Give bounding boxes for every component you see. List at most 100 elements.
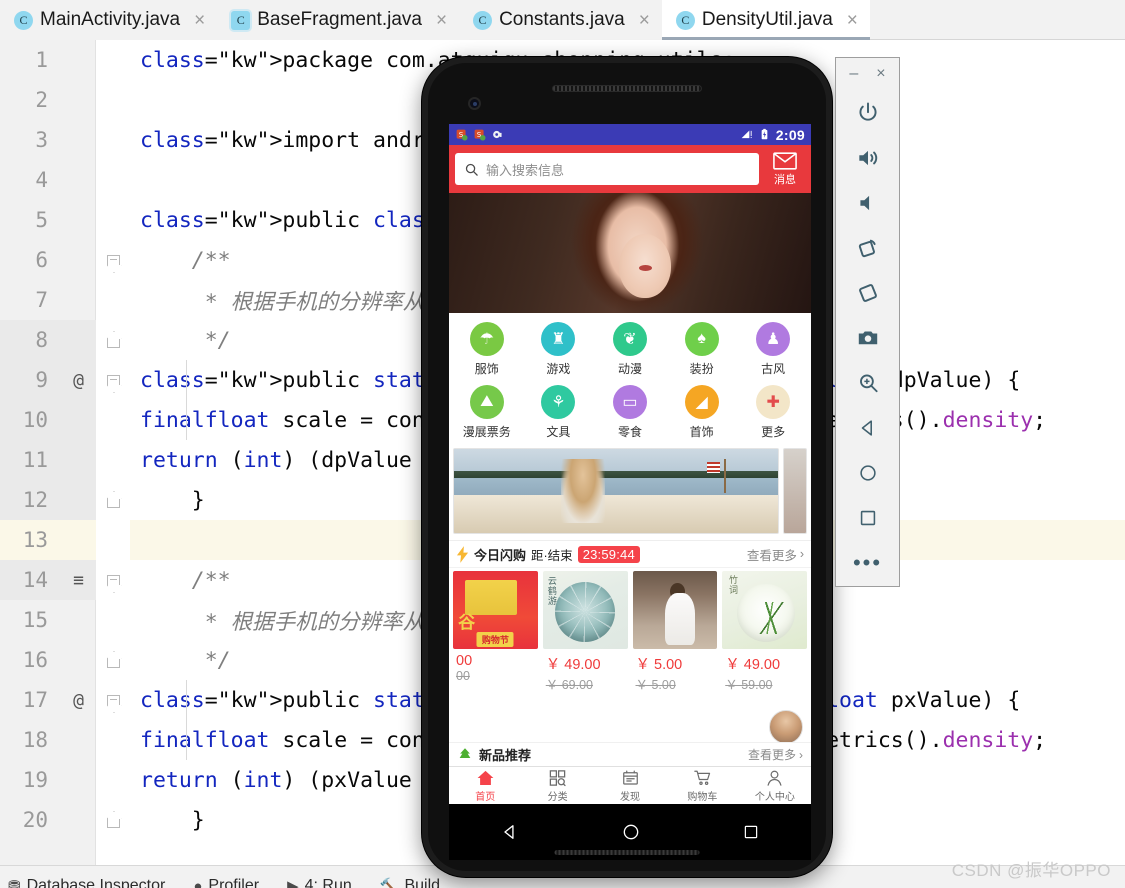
sale-item[interactable]: 云鹤游 ￥ 49.00 ￥ 69.00 bbox=[542, 571, 628, 693]
fold-gutter bbox=[96, 560, 130, 600]
status-bar-item[interactable]: ▶ 4: Run bbox=[287, 877, 352, 888]
editor-tab[interactable]: C BaseFragment.java × bbox=[217, 0, 460, 40]
volume-up-icon[interactable] bbox=[835, 135, 900, 180]
category-item[interactable]: ⛰ 漫展票务 bbox=[451, 385, 523, 440]
editor-tab-close-button[interactable]: × bbox=[434, 11, 449, 30]
emulator-minimize-button[interactable]: – bbox=[849, 66, 858, 82]
sale-item-price: ￥ 5.00 bbox=[635, 657, 683, 673]
watermark: CSDN @振华OPPO bbox=[951, 861, 1111, 880]
app-bottom-tabs[interactable]: 首页 分类 发现 购物车 个人中心 bbox=[449, 766, 811, 804]
sale-item[interactable]: 竹词 ￥ 49.00 ￥ 59.00 bbox=[722, 571, 807, 693]
status-bar-item[interactable]: 🔨 Build bbox=[380, 877, 440, 888]
banner-model bbox=[560, 459, 605, 524]
editor-tab-close-button[interactable]: × bbox=[192, 11, 207, 30]
chevron-right-icon: › bbox=[799, 547, 804, 561]
editor-tab[interactable]: C Constants.java × bbox=[459, 0, 662, 40]
sale-item-price: 00 bbox=[456, 653, 473, 669]
line-number: 19 bbox=[22, 768, 48, 792]
flash-sale-more-link[interactable]: 查看更多 › bbox=[747, 545, 804, 564]
category-item[interactable]: ◢ 首饰 bbox=[666, 385, 738, 440]
back-icon[interactable] bbox=[835, 405, 900, 450]
category-item[interactable]: ✚ 更多 bbox=[737, 385, 809, 440]
fold-expand-icon[interactable] bbox=[106, 658, 120, 668]
volume-down-icon[interactable] bbox=[835, 180, 900, 225]
screenshot-camera-icon[interactable] bbox=[835, 315, 900, 360]
category-item[interactable]: ❦ 动漫 bbox=[594, 322, 666, 377]
sale-item-thumbnail[interactable]: 竹词 bbox=[722, 571, 807, 649]
banner-boat bbox=[454, 495, 778, 533]
hero-banner[interactable] bbox=[449, 193, 811, 313]
app-tab-grid-search[interactable]: 分类 bbox=[521, 769, 593, 803]
new-arrivals-more-link[interactable]: 查看更多 › bbox=[748, 746, 803, 763]
fold-expand-icon[interactable] bbox=[106, 338, 120, 348]
zoom-icon[interactable] bbox=[835, 360, 900, 405]
home-circle-icon[interactable] bbox=[621, 822, 641, 842]
rotate-left-icon[interactable] bbox=[835, 225, 900, 270]
app-tab-discover[interactable]: 发现 bbox=[594, 769, 666, 803]
sync-icon bbox=[493, 130, 502, 139]
editor-tab-close-button[interactable]: × bbox=[845, 11, 860, 30]
line-number: 18 bbox=[22, 728, 48, 752]
indent-guide bbox=[186, 680, 187, 720]
flash-sale-items[interactable]: 谷购物节 00 00 云鹤游 ￥ 49.00 ￥ 69.00 ￥ 5.00 ￥ 5.00 竹词 ￥… bbox=[449, 568, 811, 693]
emulator-toolbar[interactable]: – × ••• bbox=[835, 57, 900, 587]
category-item[interactable]: ▭ 零食 bbox=[594, 385, 666, 440]
mid-banner-next-card[interactable] bbox=[783, 448, 807, 534]
home-icon[interactable] bbox=[835, 450, 900, 495]
category-item[interactable]: ♜ 游戏 bbox=[523, 322, 595, 377]
status-item-label: Database Inspector bbox=[26, 877, 166, 888]
fold-collapse-icon[interactable] bbox=[106, 375, 120, 385]
person-icon bbox=[765, 769, 784, 787]
messages-button[interactable]: 消息 bbox=[765, 151, 805, 187]
search-input[interactable]: 输入搜索信息 bbox=[455, 153, 759, 185]
fold-collapse-icon[interactable] bbox=[106, 575, 120, 585]
back-triangle-icon[interactable] bbox=[500, 822, 520, 842]
fold-collapse-icon[interactable] bbox=[106, 255, 120, 265]
category-item[interactable]: ♟ 古风 bbox=[737, 322, 809, 377]
power-icon[interactable] bbox=[835, 90, 900, 135]
recents-square-icon[interactable] bbox=[742, 823, 760, 841]
fold-expand-icon[interactable] bbox=[106, 498, 120, 508]
category-item[interactable]: ♠ 装扮 bbox=[666, 322, 738, 377]
sale-item-thumbnail[interactable]: 云鹤游 bbox=[542, 571, 628, 649]
sale-item-thumbnail[interactable]: 谷购物节 bbox=[453, 571, 538, 649]
fold-collapse-icon[interactable] bbox=[106, 695, 120, 705]
editor-tab[interactable]: C DensityUtil.java × bbox=[661, 0, 870, 40]
fold-gutter bbox=[96, 800, 130, 840]
floating-avatar[interactable] bbox=[769, 710, 803, 744]
sale-item-price: ￥ 49.00 bbox=[545, 657, 601, 673]
emulator-close-button[interactable]: × bbox=[876, 66, 885, 82]
editor-tab[interactable]: C MainActivity.java × bbox=[0, 0, 218, 40]
line-number: 16 bbox=[22, 648, 48, 672]
status-bar-item[interactable]: ⛃ Database Inspector bbox=[8, 877, 165, 888]
sale-item-thumbnail[interactable] bbox=[632, 571, 718, 649]
category-item[interactable]: ☂ 服饰 bbox=[451, 322, 523, 377]
gutter-marker[interactable]: @ bbox=[73, 690, 84, 711]
app-tab-person[interactable]: 个人中心 bbox=[739, 769, 811, 803]
sale-item[interactable]: 谷购物节 00 00 bbox=[453, 571, 538, 693]
rotate-right-icon[interactable] bbox=[835, 270, 900, 315]
category-grid[interactable]: ☂ 服饰 ♜ 游戏 ❦ 动漫 ♠ 装扮 ♟ 古风 ⛰ 漫展票务 ⚘ 文具 ▭ 零食 ◢ 首饰 ✚ 更多 bbox=[449, 313, 811, 446]
gutter-marker[interactable]: ≡ bbox=[73, 570, 84, 591]
fold-gutter bbox=[96, 400, 130, 440]
editor-tab-close-button[interactable]: × bbox=[637, 11, 652, 30]
app-search-header: 输入搜索信息 消息 bbox=[449, 145, 811, 193]
status-bar-item[interactable]: ● Profiler bbox=[193, 877, 259, 888]
gutter-marker[interactable]: @ bbox=[73, 370, 84, 391]
category-item[interactable]: ⚘ 文具 bbox=[523, 385, 595, 440]
mid-banner-row[interactable] bbox=[449, 446, 811, 540]
mid-banner[interactable] bbox=[453, 448, 779, 534]
category-label: 漫展票务 bbox=[462, 425, 511, 439]
fold-expand-icon[interactable] bbox=[106, 818, 120, 828]
more-icon[interactable]: ••• bbox=[835, 540, 900, 585]
device-screen[interactable]: S S 2:09 输入搜索信息 消息 ☂ 服饰 ♜ 游戏 ❦ 动漫 ♠ 装扮 ♟… bbox=[449, 124, 811, 804]
line-number: 15 bbox=[22, 608, 48, 632]
overview-icon[interactable] bbox=[835, 495, 900, 540]
fold-gutter bbox=[96, 640, 130, 680]
indent-guide bbox=[186, 720, 187, 760]
sale-item[interactable]: ￥ 5.00 ￥ 5.00 bbox=[632, 571, 718, 693]
android-emulator-device[interactable]: S S 2:09 输入搜索信息 消息 ☂ 服饰 ♜ 游戏 ❦ 动漫 ♠ 装扮 ♟… bbox=[422, 57, 832, 877]
app-tab-home[interactable]: 首页 bbox=[449, 769, 521, 803]
search-icon bbox=[465, 163, 478, 176]
app-tab-cart[interactable]: 购物车 bbox=[666, 769, 738, 803]
